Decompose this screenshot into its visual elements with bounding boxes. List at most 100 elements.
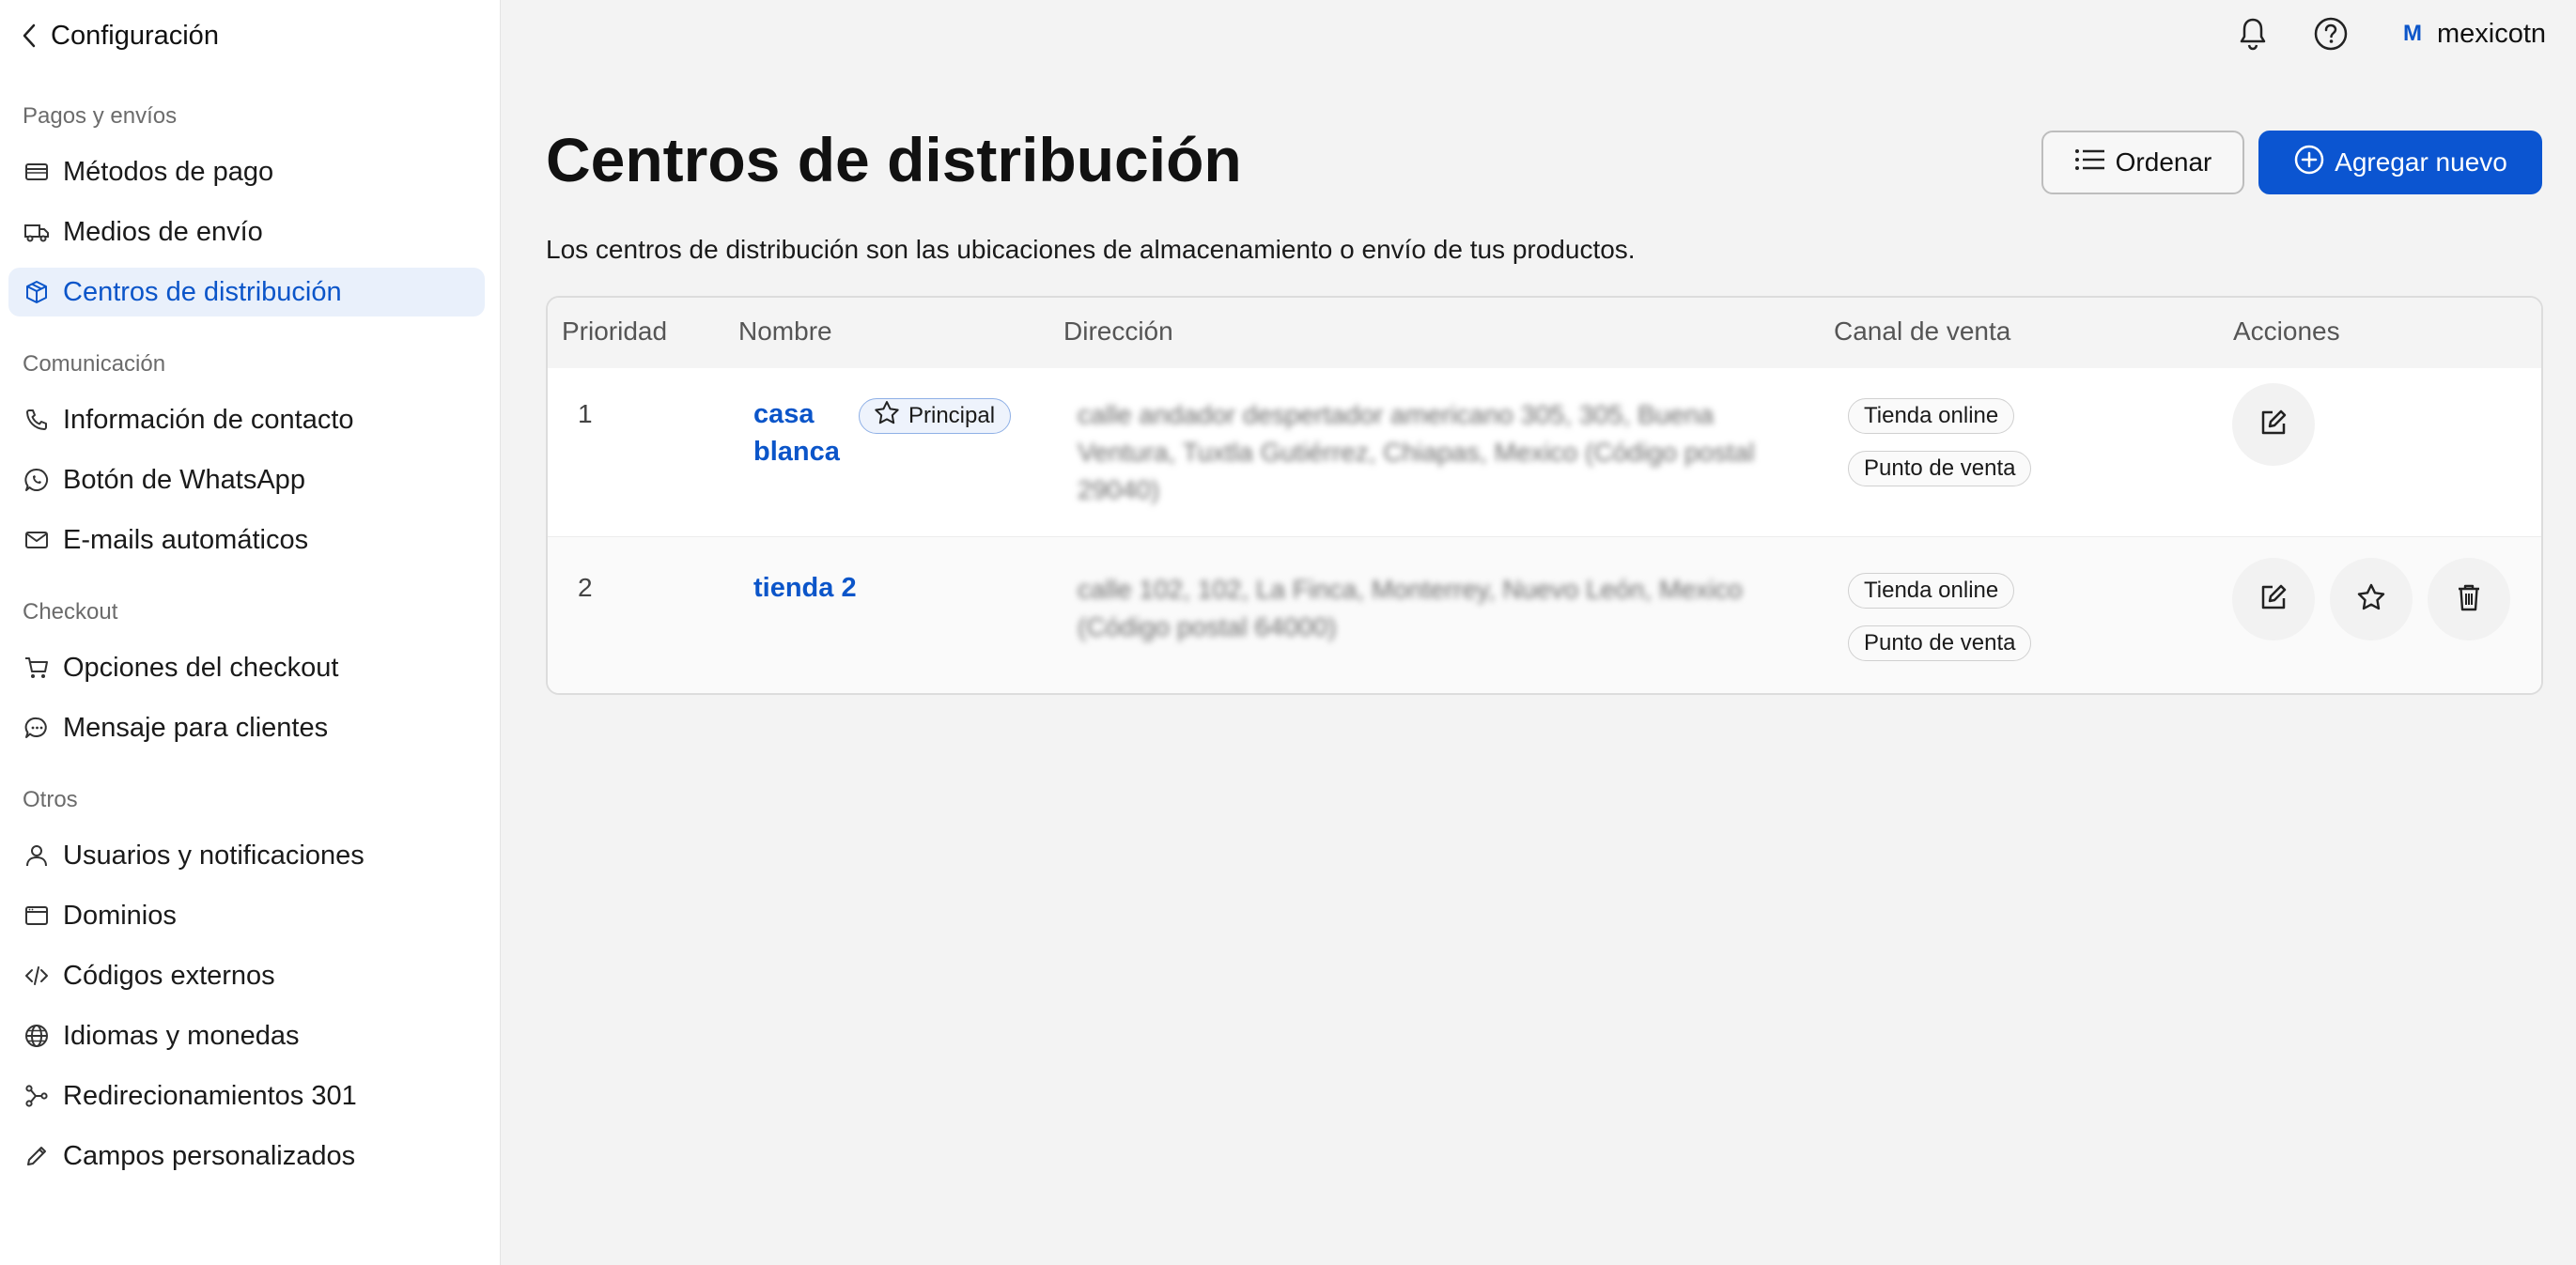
sidebar-item-redirects[interactable]: Redirecionamientos 301 bbox=[8, 1072, 485, 1120]
sidebar-item-external-codes[interactable]: Códigos externos bbox=[8, 951, 485, 1000]
star-icon bbox=[2355, 581, 2387, 618]
whatsapp-icon bbox=[22, 465, 52, 495]
sidebar-item-checkout-options[interactable]: Opciones del checkout bbox=[8, 643, 485, 692]
back-button[interactable]: Configuración bbox=[23, 17, 219, 54]
column-header-sales-channel: Canal de venta bbox=[1834, 316, 2011, 346]
channel-badge: Punto de venta bbox=[1848, 625, 2032, 661]
priority-value: 2 bbox=[578, 573, 593, 602]
globe-icon bbox=[22, 1021, 52, 1051]
plus-circle-icon bbox=[2293, 144, 2325, 182]
table-header: Prioridad Nombre Dirección Canal de vent… bbox=[548, 298, 2541, 368]
sidebar-item-label: Métodos de pago bbox=[63, 156, 274, 187]
column-header-address: Dirección bbox=[1063, 316, 1173, 346]
sidebar-item-label: Opciones del checkout bbox=[63, 652, 339, 683]
center-name-line: tienda 2 bbox=[753, 573, 857, 603]
main-content: M mexicotn Centros de distribución Orden… bbox=[501, 0, 2576, 1265]
order-button-label: Ordenar bbox=[2115, 147, 2212, 177]
section-label-payments: Pagos y envíos bbox=[23, 103, 178, 129]
code-icon bbox=[22, 961, 52, 991]
sidebar-item-languages[interactable]: Idiomas y monedas bbox=[8, 1011, 485, 1060]
bell-icon[interactable] bbox=[2232, 13, 2273, 54]
center-name-line: casa bbox=[753, 399, 815, 429]
trash-icon bbox=[2453, 581, 2485, 618]
channel-badge: Tienda online bbox=[1848, 573, 2015, 609]
add-new-button-label: Agregar nuevo bbox=[2335, 147, 2507, 177]
chevron-left-icon bbox=[23, 23, 38, 49]
sidebar-item-customer-message[interactable]: Mensaje para clientes bbox=[8, 703, 485, 752]
edit-icon bbox=[2258, 581, 2289, 618]
section-label-communication: Comunicación bbox=[23, 351, 166, 377]
edit-icon bbox=[2258, 407, 2289, 443]
sidebar-item-label: Medios de envío bbox=[63, 216, 263, 247]
help-icon[interactable] bbox=[2310, 13, 2351, 54]
sidebar-item-label: Dominios bbox=[63, 900, 177, 931]
order-button[interactable]: Ordenar bbox=[2041, 131, 2244, 194]
center-name-line: blanca bbox=[753, 437, 840, 467]
sidebar-item-contact-info[interactable]: Información de contacto bbox=[8, 395, 485, 444]
sidebar: Configuración Pagos y envíos Métodos de … bbox=[0, 0, 501, 1265]
address-value: calle andador despertador americano 305,… bbox=[1078, 396, 1792, 509]
user-menu[interactable]: M mexicotn bbox=[2403, 17, 2546, 51]
column-header-name: Nombre bbox=[738, 316, 832, 346]
sidebar-item-automatic-emails[interactable]: E-mails automáticos bbox=[8, 516, 485, 564]
add-new-button[interactable]: Agregar nuevo bbox=[2258, 131, 2542, 194]
address-value: calle 102, 102, La Finca, Monterrey, Nue… bbox=[1078, 571, 1792, 646]
page-description: Los centros de distribución son las ubic… bbox=[546, 235, 1636, 264]
distribution-centers-table: Prioridad Nombre Dirección Canal de vent… bbox=[546, 296, 2543, 695]
address-line: calle 102, 102, La Finca, Monterrey, Nue… bbox=[1078, 575, 1743, 604]
sidebar-item-label: Usuarios y notificaciones bbox=[63, 840, 365, 871]
priority-value: 1 bbox=[578, 399, 593, 428]
sidebar-item-payment-methods[interactable]: Métodos de pago bbox=[8, 147, 485, 196]
sidebar-item-label: Idiomas y monedas bbox=[63, 1020, 300, 1051]
sidebar-item-domains[interactable]: Dominios bbox=[8, 891, 485, 940]
center-name-link[interactable]: casa blanca bbox=[753, 395, 840, 471]
sidebar-item-whatsapp[interactable]: Botón de WhatsApp bbox=[8, 455, 485, 504]
box-icon bbox=[22, 277, 52, 307]
star-icon bbox=[873, 399, 901, 434]
sidebar-item-users[interactable]: Usuarios y notificaciones bbox=[8, 831, 485, 880]
delete-button[interactable] bbox=[2428, 558, 2510, 640]
column-header-priority: Prioridad bbox=[562, 316, 668, 346]
column-header-actions: Acciones bbox=[2233, 316, 2340, 346]
credit-card-icon bbox=[22, 157, 52, 187]
cart-icon bbox=[22, 653, 52, 683]
user-name: mexicotn bbox=[2437, 18, 2547, 49]
sidebar-item-label: Redirecionamientos 301 bbox=[63, 1080, 357, 1111]
principal-badge: Principal bbox=[859, 398, 1012, 434]
principal-badge-label: Principal bbox=[908, 403, 996, 428]
sidebar-item-distribution-centers[interactable]: Centros de distribución bbox=[8, 268, 485, 316]
address-line: (Código postal 64000) bbox=[1078, 612, 1337, 641]
address-line: calle andador despertador americano 305,… bbox=[1078, 400, 1715, 429]
user-icon bbox=[22, 841, 52, 871]
address-line: 29040) bbox=[1078, 475, 1160, 504]
mail-icon bbox=[22, 525, 52, 555]
sidebar-item-custom-fields[interactable]: Campos personalizados bbox=[8, 1132, 485, 1180]
pencil-icon bbox=[22, 1141, 52, 1171]
sidebar-item-label: Botón de WhatsApp bbox=[63, 464, 305, 495]
set-principal-button[interactable] bbox=[2330, 558, 2413, 640]
phone-icon bbox=[22, 405, 52, 435]
truck-icon bbox=[22, 217, 52, 247]
sidebar-item-label: E-mails automáticos bbox=[63, 524, 309, 555]
channel-badge: Tienda online bbox=[1848, 398, 2015, 434]
section-label-others: Otros bbox=[23, 787, 78, 812]
table-row: 1 casa blanca Principal calle andador de… bbox=[548, 368, 2541, 537]
address-line: Ventura, Tuxtla Gutiérrez, Chiapas, Mexi… bbox=[1078, 438, 1755, 467]
list-icon bbox=[2074, 147, 2106, 178]
sidebar-item-label: Centros de distribución bbox=[63, 276, 342, 307]
page-title: Centros de distribución bbox=[546, 125, 1242, 194]
edit-button[interactable] bbox=[2232, 558, 2315, 640]
channel-badge: Punto de venta bbox=[1848, 451, 2032, 486]
sidebar-item-label: Información de contacto bbox=[63, 404, 354, 435]
share-icon bbox=[22, 1081, 52, 1111]
sidebar-item-label: Códigos externos bbox=[63, 960, 275, 991]
sidebar-item-label: Mensaje para clientes bbox=[63, 712, 329, 743]
section-label-checkout: Checkout bbox=[23, 599, 118, 625]
table-row: 2 tienda 2 calle 102, 102, La Finca, Mon… bbox=[548, 537, 2541, 693]
chat-icon bbox=[22, 713, 52, 743]
sidebar-item-shipping[interactable]: Medios de envío bbox=[8, 208, 485, 256]
sidebar-item-label: Campos personalizados bbox=[63, 1140, 356, 1171]
edit-button[interactable] bbox=[2232, 383, 2315, 466]
center-name-link[interactable]: tienda 2 bbox=[753, 569, 857, 607]
avatar: M bbox=[2403, 21, 2422, 46]
